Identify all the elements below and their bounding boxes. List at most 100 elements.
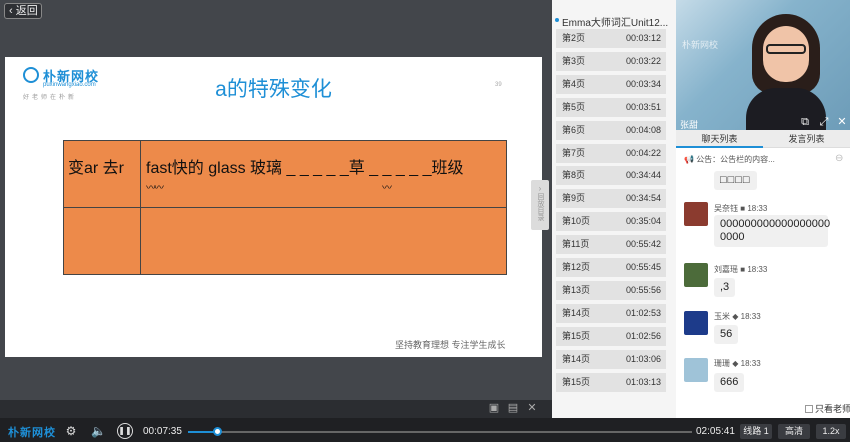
progress-track[interactable]: [188, 431, 692, 433]
page-list-item[interactable]: 第4页 00:03:34: [556, 74, 666, 94]
video-watermark: 朴新网校: [682, 40, 719, 50]
page-list-item[interactable]: 第6页 00:04:08: [556, 120, 666, 140]
table-cell: 变ar 去r: [64, 141, 141, 208]
megaphone-icon: 📢: [684, 155, 697, 164]
tab-speak-list[interactable]: 发言列表: [763, 130, 850, 148]
page-time: 00:55:42: [625, 239, 661, 250]
chevron-left-icon: ‹: [9, 5, 16, 17]
page-label: 第10页: [562, 216, 591, 227]
chat-message: 000000000000000000 0000: [714, 215, 830, 247]
page-label: 第3页: [562, 55, 586, 66]
checkbox-icon: [805, 405, 813, 413]
notice-text: 公告：公告栏的内容...: [696, 155, 775, 164]
brand-logo: 朴新网校: [8, 427, 56, 439]
current-time: 00:07:35: [143, 426, 182, 437]
quality-button[interactable]: 高清: [778, 424, 810, 439]
back-label: 返回: [15, 5, 38, 17]
page-label: 第8页: [562, 170, 586, 181]
slide-page-number: 39: [495, 82, 502, 88]
page-label: 第15页: [562, 376, 591, 387]
chat-meta: 吴奈钰 ■ 18:33: [714, 203, 767, 214]
total-time: 02:05:41: [696, 426, 735, 437]
progress-thumb[interactable]: [213, 427, 222, 436]
page-label: 第9页: [562, 193, 586, 204]
pip-icon[interactable]: ⧉: [799, 116, 811, 128]
close-icon[interactable]: ✕: [526, 402, 538, 414]
page-list-item[interactable]: 第13页 00:55:56: [556, 280, 666, 300]
volume-icon[interactable]: 🔈: [91, 424, 106, 438]
chevron-right-icon: ›: [538, 184, 542, 193]
teacher-face: [763, 26, 809, 82]
page-label: 第14页: [562, 353, 591, 364]
page-time: 00:03:22: [625, 55, 661, 66]
page-label: 第13页: [562, 284, 591, 295]
notice-close-icon[interactable]: ⊖: [835, 153, 843, 164]
table-cell: fast快的 glass 玻璃 _ _ _ _ _草 _ _ _ _ _班级: [141, 141, 507, 208]
only-teacher-label: 只看老师: [815, 404, 850, 414]
avatar: [684, 358, 708, 382]
page-time: 00:04:08: [625, 124, 661, 135]
chat-username: 吴奈钰: [714, 204, 738, 213]
page-label: 第12页: [562, 262, 591, 272]
device-icon: ■: [740, 265, 746, 274]
page-list-item[interactable]: 第8页 00:34:44: [556, 166, 666, 186]
chat-time: 18:33: [740, 359, 761, 368]
close-video-icon[interactable]: ✕: [836, 116, 848, 128]
stage-toolbar: [0, 400, 552, 418]
page-list-item[interactable]: 第14页 01:02:53: [556, 303, 666, 323]
page-list-item[interactable]: 第14页 01:03:06: [556, 349, 666, 369]
page-time: 00:03:51: [625, 101, 661, 112]
page-list-item[interactable]: 第10页 00:35:04: [556, 212, 666, 232]
tab-chat-list[interactable]: 聊天列表: [676, 130, 763, 148]
avatar: [684, 202, 708, 226]
page-list-item[interactable]: 第2页 00:03:12: [556, 29, 666, 48]
page-time: 00:03:34: [625, 78, 661, 89]
chat-username: 珊珊: [714, 359, 730, 368]
chat-message: ,3: [714, 278, 736, 297]
avatar: [684, 311, 708, 335]
page-list-item[interactable]: 第12页 00:55:45: [556, 258, 666, 277]
page-label: 第15页: [562, 330, 591, 341]
page-time: 01:02:56: [625, 330, 661, 341]
active-dot-icon: [555, 18, 559, 22]
page-list-item[interactable]: 第9页 00:34:54: [556, 189, 666, 209]
line-select-button[interactable]: 线路 1: [740, 424, 772, 439]
avatar: [684, 263, 708, 287]
playback-catalog-toggle[interactable]: › 回放目录: [531, 180, 549, 230]
page-label: 第7页: [562, 147, 586, 158]
page-list-item[interactable]: 第11页 00:55:42: [556, 235, 666, 255]
page-label: 第6页: [562, 124, 586, 135]
notice-bar: 📢 公告：公告栏的内容...: [684, 154, 775, 165]
page-list-item[interactable]: 第3页 00:03:22: [556, 51, 666, 71]
diamond-icon: ◆: [732, 359, 739, 368]
teacher-figure: [746, 14, 826, 130]
page-list-item[interactable]: 第15页 01:03:13: [556, 372, 666, 392]
chat-meta: 玉米 ◆ 18:33: [714, 311, 761, 322]
settings-icon[interactable]: ⚙: [64, 424, 78, 438]
only-teacher-checkbox[interactable]: 只看老师: [805, 402, 850, 415]
annotation-squiggle: 〰: [382, 183, 392, 194]
teacher-glasses: [766, 44, 806, 54]
page-list-item[interactable]: 第15页 01:02:56: [556, 326, 666, 346]
chat-time: 18:33: [740, 312, 761, 321]
page-label: 第5页: [562, 101, 586, 112]
film-icon[interactable]: ▤: [507, 402, 519, 414]
page-time: 00:55:45: [625, 262, 661, 272]
speed-button[interactable]: 1.2x: [816, 424, 846, 439]
fullscreen-icon[interactable]: ⤢: [818, 116, 830, 128]
image-icon[interactable]: ▣: [488, 402, 500, 414]
page-list-item[interactable]: 第5页 00:03:51: [556, 97, 666, 117]
chat-meta: 珊珊 ◆ 18:33: [714, 358, 761, 369]
chat-time: 18:33: [747, 265, 768, 274]
slide-footer: 坚持教育理想 专注学生成长: [395, 340, 506, 350]
page-label: 第11页: [562, 239, 590, 250]
page-time: 01:03:13: [625, 376, 661, 387]
page-time: 00:55:56: [625, 284, 661, 295]
back-button[interactable]: ‹ 返回: [4, 3, 42, 19]
page-list-item[interactable]: 第7页 00:04:22: [556, 143, 666, 163]
pause-button[interactable]: ❚❚: [117, 423, 133, 439]
page-time: 01:02:53: [625, 307, 661, 318]
pause-icon: ❚❚: [118, 426, 132, 435]
teacher-video: 朴新网校: [676, 0, 850, 130]
page-time: 01:03:06: [625, 353, 661, 364]
